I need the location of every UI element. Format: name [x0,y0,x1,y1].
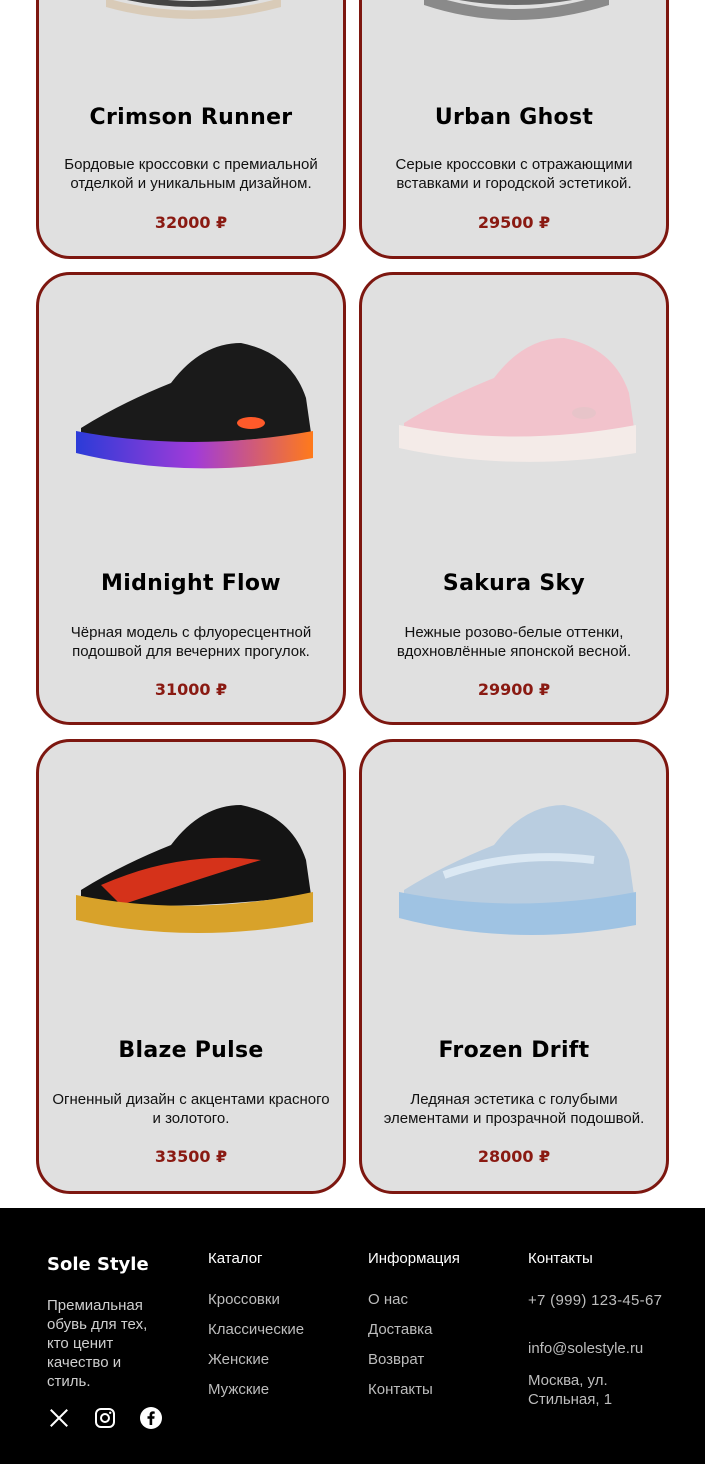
catalog-link[interactable]: Женские [208,1351,304,1368]
instagram-icon[interactable] [93,1406,117,1430]
product-card[interactable]: Midnight Flow Чёрная модель с флуоресцен… [36,272,346,725]
product-card[interactable]: Frozen Drift Ледяная эстетика с голубыми… [359,739,669,1194]
shoe-image [399,805,636,935]
product-card[interactable]: Urban Ghost Серые кроссовки с отражающим… [359,0,669,259]
product-image [362,0,666,23]
catalog-links: Кроссовки Классические Женские Мужские [208,1291,304,1398]
info-links: О нас Доставка Возврат Контакты [368,1291,433,1398]
facebook-icon[interactable] [139,1406,163,1430]
product-description: Огненный дизайн с акцентами красного и з… [52,1091,330,1127]
social-links [47,1406,163,1430]
product-card[interactable]: Sakura Sky Нежные розово-белые оттенки, … [359,272,669,725]
product-description: Серые кроссовки с отражающими вставками … [395,156,633,192]
product-card[interactable]: Blaze Pulse Огненный дизайн с акцентами … [36,739,346,1194]
product-image [39,0,343,23]
shoe-image [76,343,313,469]
product-image [39,303,343,503]
product-description: Ледяная эстетика с голубыми элементами и… [383,1091,645,1127]
product-description: Нежные розово-белые оттенки, вдохновлённ… [396,624,632,660]
shoe-image [106,0,281,19]
contact-email[interactable]: info@solestyle.ru [528,1340,643,1357]
product-price: 33500 ₽ [154,1147,228,1166]
product-name: Sakura Sky [442,571,586,596]
contact-phone[interactable]: +7 (999) 123-45-67 [528,1291,663,1310]
product-image [362,303,666,503]
product-description: Бордовые кроссовки с премиальной отделко… [64,156,318,192]
site-footer: Sole Style Премиальная обувь для тех, кт… [0,1208,705,1464]
product-image [362,770,666,970]
catalog-link[interactable]: Кроссовки [208,1291,304,1308]
shoe-image [399,338,636,462]
product-card[interactable]: Crimson Runner Бордовые кроссовки с прем… [36,0,346,259]
info-heading: Информация [368,1250,460,1267]
shoe-image [76,805,313,934]
product-price: 31000 ₽ [154,680,228,699]
product-price: 32000 ₽ [154,213,228,232]
product-name: Urban Ghost [434,105,594,130]
x-icon[interactable] [47,1406,71,1430]
product-price: 29900 ₽ [477,680,551,699]
catalog-link[interactable]: Мужские [208,1381,304,1398]
shoe-image [424,0,609,20]
product-price: 29500 ₽ [477,213,551,232]
brand-tagline: Премиальная обувь для тех, кто ценит кач… [47,1297,148,1390]
contacts-heading: Контакты [528,1250,593,1267]
catalog-heading: Каталог [208,1250,263,1267]
product-image [39,770,343,970]
info-link[interactable]: О нас [368,1291,433,1308]
product-price: 28000 ₽ [477,1147,551,1166]
contact-address: Москва, ул. Стильная, 1 [528,1372,613,1408]
info-link[interactable]: Контакты [368,1381,433,1398]
info-link[interactable]: Доставка [368,1321,433,1338]
product-name: Midnight Flow [101,571,281,596]
product-name: Blaze Pulse [118,1038,264,1063]
info-link[interactable]: Возврат [368,1351,433,1368]
product-name: Frozen Drift [438,1038,590,1063]
catalog-link[interactable]: Классические [208,1321,304,1338]
product-name: Crimson Runner [89,105,293,130]
product-description: Чёрная модель с флуоресцентной подошвой … [70,624,312,660]
brand-logo[interactable]: Sole Style [47,1254,149,1275]
